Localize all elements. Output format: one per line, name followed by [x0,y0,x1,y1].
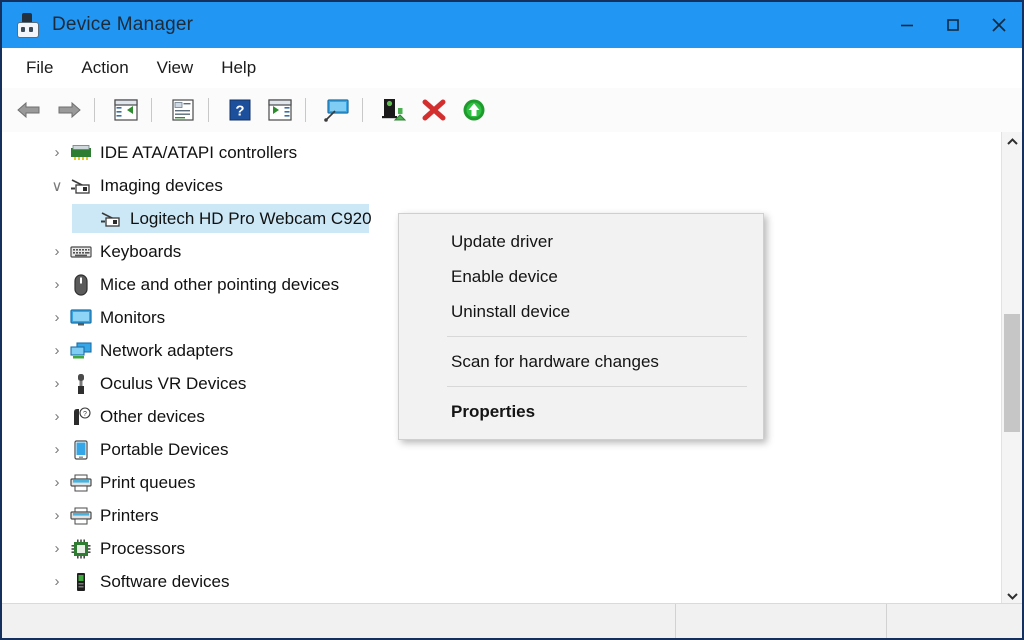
context-menu-separator [447,336,747,337]
tree-item-label: Portable Devices [100,440,229,460]
printer-icon [70,505,92,527]
menu-help[interactable]: Help [211,54,266,82]
toolbar-separator [362,98,363,122]
context-menu[interactable]: Update driverEnable deviceUninstall devi… [398,213,764,440]
tree-item-label: Printers [100,506,159,526]
menu-view[interactable]: View [147,54,204,82]
chevron-right-icon[interactable]: › [48,573,66,590]
window-title: Device Manager [52,14,193,36]
status-bar [2,603,1022,638]
tree-item[interactable]: › Print queues [2,466,987,499]
chevron-right-icon[interactable]: › [48,243,66,260]
toolbar-separator [151,98,152,122]
device-manager-window: Device Manager File Action View Help [0,0,1024,640]
tree-item[interactable]: ∨ Imaging devices [2,169,987,202]
network-adapter-icon [70,340,92,362]
software-device-icon [70,571,92,593]
menu-action[interactable]: Action [71,54,138,82]
uninstall-device-button[interactable] [417,93,451,127]
context-menu-item[interactable]: Scan for hardware changes [399,344,763,379]
tree-item-label: Other devices [100,407,205,427]
chevron-right-icon[interactable]: › [48,276,66,293]
menu-file[interactable]: File [16,54,63,82]
monitor-icon [70,307,92,329]
imaging-device-icon [70,175,92,197]
toolbar-separator [94,98,95,122]
context-menu-item[interactable]: Uninstall device [399,294,763,329]
tree-item[interactable]: › Processors [2,532,987,565]
chevron-right-icon[interactable]: › [48,540,66,557]
chevron-down-icon[interactable]: ∨ [48,177,66,195]
tree-item-label: Mice and other pointing devices [100,275,339,295]
tree-item[interactable]: › Printers [2,499,987,532]
vertical-scrollbar[interactable] [1001,132,1022,606]
scroll-up-button[interactable] [1002,132,1022,152]
scrollbar-thumb[interactable] [1004,314,1020,432]
show-action-pane-button[interactable] [263,93,297,127]
svg-text:?: ? [83,411,87,418]
tree-item[interactable]: › IDE ATA/ATAPI controllers [2,136,987,169]
minimize-button[interactable] [884,2,930,48]
help-button[interactable]: ? [223,93,257,127]
context-menu-item[interactable]: Update driver [399,224,763,259]
tree-item-label: Processors [100,539,185,559]
chevron-right-icon[interactable]: › [48,408,66,425]
tree-item-label: Network adapters [100,341,233,361]
tree-item-label: Keyboards [100,242,181,262]
ide-controller-icon [70,142,92,164]
tree-item-label: Software devices [100,572,229,592]
keyboard-icon [70,241,92,263]
usb-plug-icon [70,373,92,395]
webcam-icon [100,208,122,230]
close-button[interactable] [976,2,1022,48]
mouse-icon [70,274,92,296]
toolbar-separator [305,98,306,122]
context-menu-item[interactable]: Properties [399,394,763,429]
menu-bar: File Action View Help [2,48,1022,89]
toolbar-separator [208,98,209,122]
chevron-right-icon[interactable]: › [48,507,66,524]
chevron-right-icon[interactable]: › [48,375,66,392]
tree-item-label: IDE ATA/ATAPI controllers [100,143,297,163]
status-pane-3 [887,604,1022,638]
tree-item-label: Imaging devices [100,176,223,196]
context-menu-item[interactable]: Enable device [399,259,763,294]
chevron-right-icon[interactable]: › [48,144,66,161]
back-button[interactable] [12,93,46,127]
chevron-right-icon[interactable]: › [48,342,66,359]
toolbar: ? [2,88,1022,133]
scan-hardware-changes-button[interactable] [320,93,354,127]
show-console-tree-button[interactable] [109,93,143,127]
tree-item[interactable]: › Software devices [2,565,987,598]
device-plug-icon [14,12,40,38]
svg-text:?: ? [235,103,244,120]
enable-device-button[interactable] [457,93,491,127]
chevron-right-icon[interactable]: › [48,474,66,491]
tree-item-label: Print queues [100,473,195,493]
tree-item-label: Monitors [100,308,165,328]
update-driver-button[interactable] [377,93,411,127]
forward-button[interactable] [52,93,86,127]
status-pane-2 [676,604,887,638]
chevron-right-icon[interactable]: › [48,441,66,458]
tree-item-label: Oculus VR Devices [100,374,246,394]
processor-icon [70,538,92,560]
unknown-device-icon: ? [70,406,92,428]
printer-icon [70,472,92,494]
title-bar: Device Manager [2,2,1022,48]
maximize-button[interactable] [930,2,976,48]
properties-button[interactable] [166,93,200,127]
status-pane-1 [2,604,676,638]
tree-item-label: Logitech HD Pro Webcam C920 [130,209,372,229]
portable-device-icon [70,439,92,461]
chevron-right-icon[interactable]: › [48,309,66,326]
context-menu-separator [447,386,747,387]
